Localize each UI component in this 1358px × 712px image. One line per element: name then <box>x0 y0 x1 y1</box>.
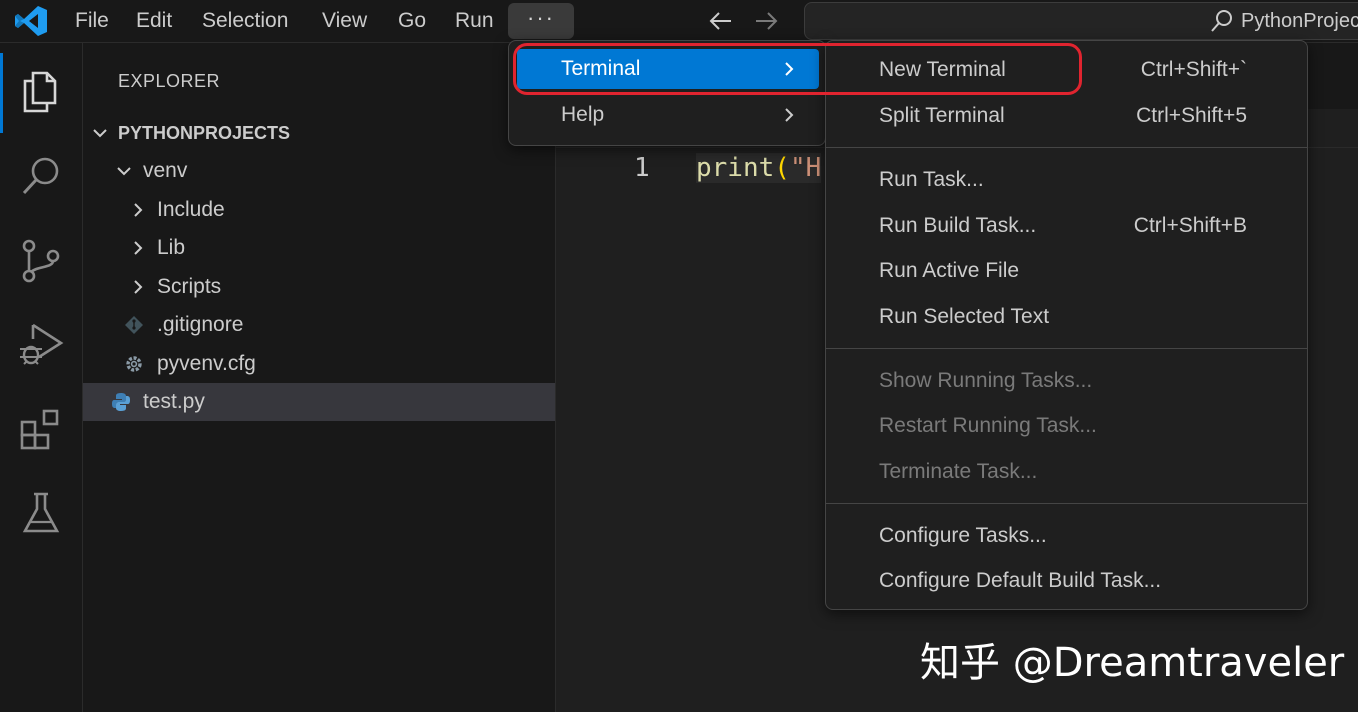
menu-selection[interactable]: Selection <box>202 0 288 42</box>
tree-item-venv[interactable]: venv <box>83 152 555 190</box>
menu-separator <box>826 147 1307 148</box>
line-number: 1 <box>634 153 650 183</box>
code-function: print <box>696 153 775 183</box>
run-debug-icon[interactable] <box>17 319 65 367</box>
tree-item-include[interactable]: Include <box>83 191 555 229</box>
chevron-down-icon <box>93 129 107 138</box>
menu-item-run-selected-text[interactable]: Run Selected Text <box>834 297 1299 337</box>
active-indicator <box>0 53 3 133</box>
python-file-icon <box>112 393 130 411</box>
menu-item-label: Run Task... <box>879 168 984 191</box>
chevron-down-icon <box>117 167 131 176</box>
menu-item-configure-default-build-task[interactable]: Configure Default Build Task... <box>834 561 1299 601</box>
menu-item-restart-running-task: Restart Running Task... <box>834 406 1299 446</box>
menu-file[interactable]: File <box>75 0 109 42</box>
menu-item-label: New Terminal <box>879 58 1006 81</box>
overflow-menu: Terminal Help <box>508 40 826 146</box>
tree-item-test-py[interactable]: test.py <box>83 383 555 421</box>
menu-go[interactable]: Go <box>398 0 426 42</box>
menu-view[interactable]: View <box>322 0 367 42</box>
search-icon <box>1211 10 1232 32</box>
menu-item-label: Run Build Task... <box>879 214 1037 237</box>
git-file-icon <box>125 316 143 334</box>
chevron-right-icon <box>134 280 143 294</box>
chevron-right-icon <box>785 108 794 122</box>
tree-item-label: .gitignore <box>157 313 244 336</box>
menu-item-split-terminal[interactable]: Split Terminal Ctrl+Shift+5 <box>834 96 1299 136</box>
search-text: PythonProjec <box>1241 10 1358 32</box>
forward-arrow-icon[interactable] <box>752 8 780 34</box>
code-line[interactable]: print("H <box>696 153 822 183</box>
menu-item-label: Show Running Tasks... <box>879 369 1093 392</box>
menu-item-label: Split Terminal <box>879 104 1005 127</box>
menu-item-configure-tasks[interactable]: Configure Tasks... <box>834 516 1299 556</box>
testing-icon[interactable] <box>17 489 65 537</box>
menu-item-run-build-task[interactable]: Run Build Task... Ctrl+Shift+B <box>834 206 1299 246</box>
menu-item-label: Restart Running Task... <box>879 414 1097 437</box>
code-paren: ( <box>774 153 790 183</box>
gear-icon <box>126 356 142 372</box>
menu-item-terminate-task: Terminate Task... <box>834 452 1299 492</box>
vscode-logo-icon <box>15 6 47 36</box>
code-string: "H <box>789 153 822 183</box>
tree-item-gitignore[interactable]: .gitignore <box>83 306 555 344</box>
terminal-submenu: New Terminal Ctrl+Shift+` Split Terminal… <box>825 40 1308 610</box>
menu-item-label: Run Active File <box>879 259 1020 282</box>
explorer-title: EXPLORER <box>118 71 221 91</box>
title-bar: File Edit Selection View Go Run ··· Pyth… <box>0 0 1358 43</box>
chevron-right-icon <box>785 62 794 76</box>
menu-run[interactable]: Run <box>455 0 494 42</box>
more-menu-button[interactable]: ··· <box>508 3 574 39</box>
menu-item-label: Run Selected Text <box>879 305 1050 328</box>
menu-item-new-terminal[interactable]: New Terminal Ctrl+Shift+` <box>834 50 1299 90</box>
menu-item-shortcut: Ctrl+Shift+5 <box>1136 104 1247 127</box>
tree-item-label: Include <box>157 198 225 221</box>
watermark: 知乎 @Dreamtraveler <box>920 640 1345 686</box>
tree-root-folder[interactable]: PYTHONPROJECTS <box>83 114 555 152</box>
tree-item-label: venv <box>143 159 188 182</box>
menu-item-show-running-tasks: Show Running Tasks... <box>834 361 1299 401</box>
explorer-icon[interactable] <box>17 67 65 115</box>
tree-item-scripts[interactable]: Scripts <box>83 268 555 306</box>
chevron-right-icon <box>134 241 143 255</box>
command-center-search[interactable]: PythonProjec <box>804 2 1358 40</box>
menu-item-help[interactable]: Help <box>517 95 819 135</box>
menu-item-run-active-file[interactable]: Run Active File <box>834 251 1299 291</box>
menu-item-shortcut: Ctrl+Shift+` <box>1140 58 1247 81</box>
search-icon[interactable] <box>17 151 65 199</box>
tree-item-pyvenv[interactable]: pyvenv.cfg <box>83 345 555 383</box>
menu-item-shortcut: Ctrl+Shift+B <box>1133 214 1247 237</box>
tree-item-label: Lib <box>157 236 186 259</box>
extensions-icon[interactable] <box>17 405 65 453</box>
menu-item-label: Configure Tasks... <box>879 524 1047 547</box>
chevron-right-icon <box>134 203 143 217</box>
tree-item-label: test.py <box>143 390 205 413</box>
explorer-sidebar: EXPLORER PYTHONPROJECTS venv Include Lib… <box>83 43 556 712</box>
menu-item-terminal[interactable]: Terminal <box>517 49 819 89</box>
tree-item-lib[interactable]: Lib <box>83 229 555 267</box>
menu-item-label: Help <box>561 103 605 126</box>
root-folder-label: PYTHONPROJECTS <box>118 123 291 143</box>
source-control-icon[interactable] <box>17 236 65 284</box>
menu-item-label: Terminal <box>561 57 641 80</box>
back-arrow-icon[interactable] <box>707 8 735 34</box>
menu-item-label: Configure Default Build Task... <box>879 569 1162 592</box>
menu-separator <box>826 503 1307 504</box>
activity-bar <box>0 43 83 712</box>
menu-item-run-task[interactable]: Run Task... <box>834 160 1299 200</box>
tree-item-label: pyvenv.cfg <box>157 352 256 375</box>
tree-item-label: Scripts <box>157 275 222 298</box>
menu-item-label: Terminate Task... <box>879 460 1038 483</box>
menu-edit[interactable]: Edit <box>136 0 172 42</box>
menu-separator <box>826 348 1307 349</box>
